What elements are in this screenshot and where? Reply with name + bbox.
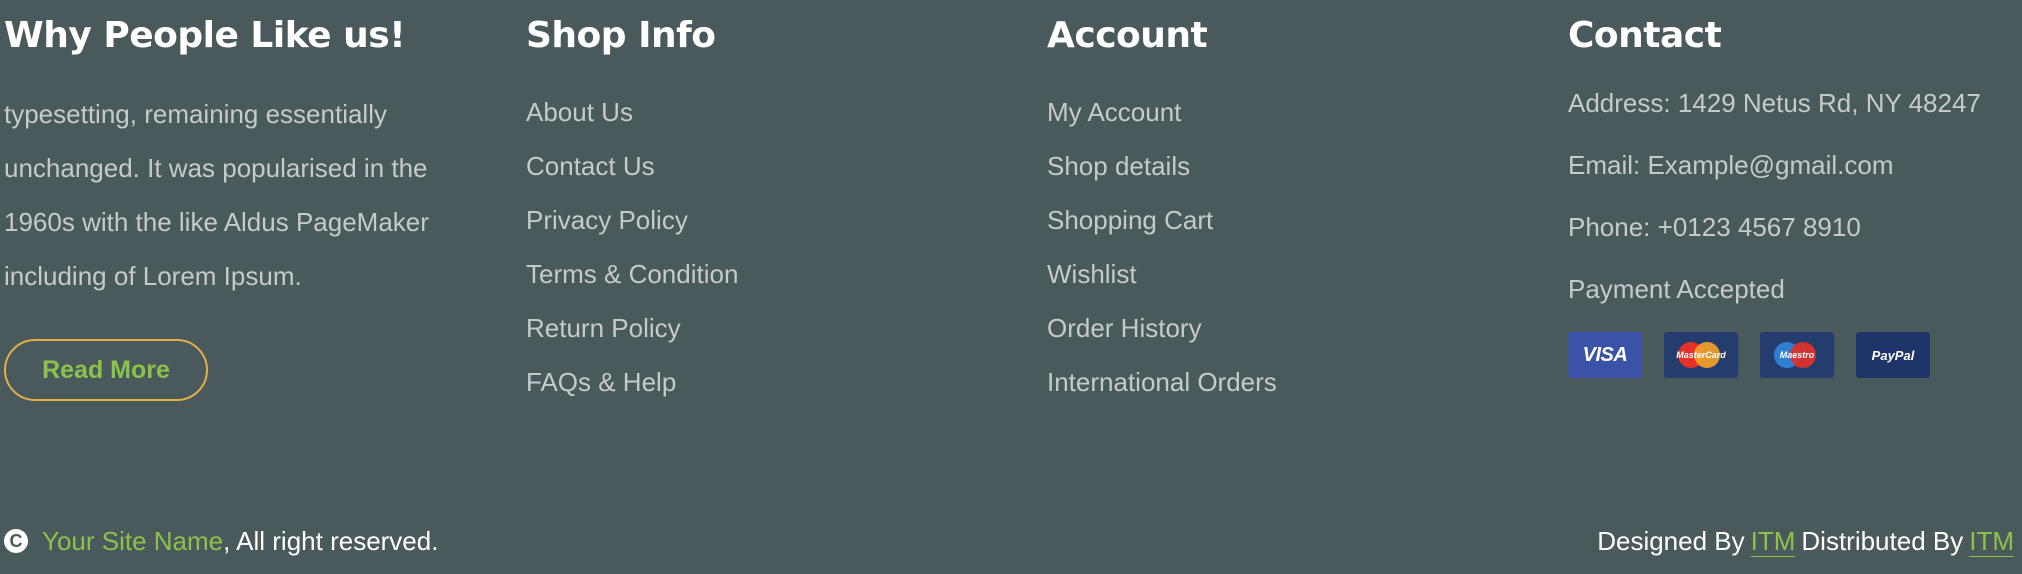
link-order-history[interactable]: Order History: [1047, 301, 1277, 355]
link-about-us[interactable]: About Us: [526, 85, 738, 139]
link-my-account[interactable]: My Account: [1047, 85, 1277, 139]
link-contact-us[interactable]: Contact Us: [526, 139, 738, 193]
shop-info-column: Shop Info About Us Contact Us Privacy Po…: [526, 0, 1006, 430]
link-return-policy[interactable]: Return Policy: [526, 301, 738, 355]
about-text: typesetting, remaining essentially uncha…: [4, 99, 429, 291]
mastercard-icon: MasterCard: [1664, 332, 1738, 378]
account-column: Account My Account Shop details Shopping…: [1047, 0, 1527, 430]
visa-label: VISA: [1582, 343, 1628, 366]
designed-by-label: Designed By: [1597, 525, 1745, 556]
shop-info-title: Shop Info: [526, 15, 716, 56]
maestro-card-icon: Maestro: [1760, 332, 1834, 378]
payment-accepted-label: Payment Accepted: [1568, 274, 1785, 304]
contact-email: Email: Example@gmail.com: [1568, 150, 1894, 180]
link-shop-details[interactable]: Shop details: [1047, 139, 1277, 193]
link-international-orders[interactable]: International Orders: [1047, 355, 1277, 409]
distributor-link[interactable]: ITM: [1969, 526, 2014, 557]
copyright: C Your Site Name , All right reserved.: [4, 524, 438, 558]
about-title: Why People Like us!: [4, 15, 406, 56]
payment-cards: VISA MasterCard Maestro PayPal: [1568, 332, 1930, 378]
about-column: Why People Like us! typesetting, remaini…: [4, 0, 484, 430]
site-footer: Why People Like us! typesetting, remaini…: [0, 0, 2022, 574]
paypal-card-icon: PayPal: [1856, 332, 1930, 378]
copyright-icon: C: [4, 529, 28, 553]
paypal-label: PayPal: [1871, 347, 1915, 363]
link-privacy-policy[interactable]: Privacy Policy: [526, 193, 738, 247]
link-terms-condition[interactable]: Terms & Condition: [526, 247, 738, 301]
account-title: Account: [1047, 15, 1208, 56]
distributed-by-label: Distributed By: [1801, 525, 1964, 556]
account-links: My Account Shop details Shopping Cart Wi…: [1047, 85, 1277, 409]
link-wishlist[interactable]: Wishlist: [1047, 247, 1277, 301]
mastercard-label: MasterCard: [1676, 350, 1726, 360]
link-faqs-help[interactable]: FAQs & Help: [526, 355, 738, 409]
rights-text: , All right reserved.: [223, 525, 439, 556]
contact-address: Address: 1429 Netus Rd, NY 48247: [1568, 88, 1981, 118]
designer-link[interactable]: ITM: [1750, 526, 1796, 557]
shop-info-links: About Us Contact Us Privacy Policy Terms…: [526, 85, 738, 409]
contact-title: Contact: [1568, 15, 1722, 56]
contact-phone: Phone: +0123 4567 8910: [1568, 212, 1861, 242]
site-name-link[interactable]: Your Site Name: [42, 526, 223, 557]
visa-card-icon: VISA: [1568, 332, 1642, 378]
read-more-button[interactable]: Read More: [4, 339, 208, 401]
link-shopping-cart[interactable]: Shopping Cart: [1047, 193, 1277, 247]
credits: Designed By ITM Distributed By ITM: [1597, 524, 2014, 558]
maestro-label: Maestro: [1779, 350, 1815, 360]
contact-column: Contact Address: 1429 Netus Rd, NY 48247…: [1568, 0, 2018, 430]
